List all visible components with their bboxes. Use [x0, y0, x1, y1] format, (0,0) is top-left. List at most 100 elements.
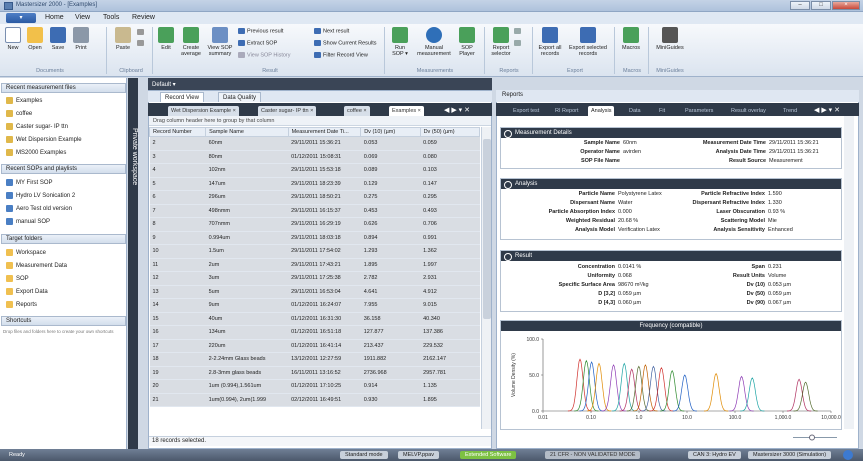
doc-tab-examples[interactable]: Examples ×: [389, 106, 424, 116]
report-tab-fit[interactable]: Fit: [656, 106, 668, 116]
recent-sop-item[interactable]: Hydro LV Sonication 2: [6, 192, 75, 199]
show-current-results-button[interactable]: Show Current Results: [314, 40, 377, 46]
table-row[interactable]: 10 1.5um 29/11/2011 17:54:02 1.293 1.362: [149, 244, 480, 259]
report-tab-data[interactable]: Data: [626, 106, 644, 116]
tab-record-view[interactable]: Record View: [160, 92, 204, 102]
create-average-button[interactable]: Create average: [178, 27, 204, 57]
report-tab-result-overlay[interactable]: Result overlay: [728, 106, 769, 116]
records-scrollbar[interactable]: [481, 127, 491, 429]
report-selector-button[interactable]: Report selector: [489, 27, 513, 57]
table-row[interactable]: 16 134um 01/12/2011 16:51:18 127.877 137.386: [149, 325, 480, 340]
save-button[interactable]: Save: [48, 27, 68, 51]
filter-record-view-button[interactable]: Filter Record View: [314, 52, 368, 58]
group-by-area[interactable]: Drag column header here to group by that…: [149, 116, 491, 126]
menu-tools[interactable]: Tools: [103, 14, 119, 21]
status-extended-software[interactable]: Extended Software: [460, 451, 517, 459]
recent-file-item[interactable]: Examples: [6, 97, 42, 104]
recent-file-item[interactable]: MS2000 Examples: [6, 149, 66, 156]
tab-data-quality[interactable]: Data Quality: [218, 92, 262, 102]
table-row[interactable]: 8 707nmm 29/11/2011 16:29:19 0.626 0.706: [149, 217, 480, 232]
recent-file-item[interactable]: coffee: [6, 110, 32, 117]
new-button[interactable]: New: [4, 27, 22, 51]
menu-home[interactable]: Home: [45, 14, 64, 21]
cut-icon[interactable]: [137, 29, 146, 35]
status-can-port[interactable]: CAN 3: Hydro EV: [688, 451, 741, 459]
recent-file-item[interactable]: Caster sugar- IP ttn: [6, 123, 68, 130]
recent-sop-item[interactable]: MY First SOP: [6, 179, 53, 186]
table-row[interactable]: 6 296um 29/11/2011 18:50:21 0.275 0.295: [149, 190, 480, 205]
macros-button[interactable]: Macros: [619, 27, 643, 51]
analysis-title[interactable]: Analysis: [501, 179, 841, 189]
report-tab-analysis[interactable]: Analysis: [588, 106, 615, 116]
table-row[interactable]: 3 80nm 01/12/2011 15:08:31 0.069 0.080: [149, 150, 480, 164]
recent-sops-header[interactable]: Recent SOPs and playlists: [1, 164, 126, 174]
table-row[interactable]: 19 2.8-3mm glass beads 16/11/2011 13:16:52…: [149, 366, 480, 380]
default-layout-dropdown[interactable]: Default ▾: [148, 78, 492, 90]
result-title[interactable]: Result: [501, 251, 841, 261]
measurement-details-title[interactable]: Measurement Details: [501, 128, 841, 138]
copy-icon[interactable]: [137, 40, 146, 46]
doc-tab-coffee[interactable]: coffee ×: [344, 106, 370, 116]
table-row[interactable]: 17 220um 01/12/2011 16:41:14 213.437 229.532: [149, 339, 480, 353]
paste-button[interactable]: Paste: [112, 27, 134, 51]
table-row[interactable]: 20 1um (0.994),1.561um 01/12/2011 17:10:25…: [149, 379, 480, 394]
table-row[interactable]: 21 1um(0.994), 2um(1.999 02/12/2011 16:49:…: [149, 393, 480, 407]
doc-tab-wet-dispersion[interactable]: Wet Dispersion Example ×: [168, 106, 239, 116]
minimize-button[interactable]: –: [790, 1, 810, 10]
recent-files-header[interactable]: Recent measurement files: [1, 83, 126, 93]
report-edit-icon[interactable]: [514, 28, 523, 34]
status-standard-mode[interactable]: Standard mode: [340, 451, 388, 459]
target-folder-item[interactable]: Measurement Data: [6, 262, 67, 269]
target-folder-item[interactable]: Export Data: [6, 288, 48, 295]
export-all-button[interactable]: Export all records: [536, 27, 564, 57]
manual-measurement-button[interactable]: Manual measurement: [414, 27, 454, 57]
report-tab-export-test[interactable]: Export test: [510, 106, 542, 116]
private-workspace-bar[interactable]: Private workspace: [128, 78, 138, 449]
print-button[interactable]: Print: [70, 27, 92, 51]
tab-scroll-icons[interactable]: ◀ ▶ ▾ ✕: [444, 106, 470, 114]
column-header[interactable]: Dv (10) (µm): [360, 127, 421, 137]
next-result-button[interactable]: Next result: [314, 28, 349, 34]
sop-player-button[interactable]: SOP Player: [456, 27, 478, 57]
table-row[interactable]: 11 2um 29/11/2011 17:43:21 1.895 1.997: [149, 258, 480, 272]
column-header[interactable]: Dv (50) (µm): [419, 127, 481, 137]
report-tab-scroll-icons[interactable]: ◀ ▶ ▾ ✕: [814, 106, 840, 114]
doc-tab-caster-sugar[interactable]: Caster sugar- IP ttn ×: [258, 106, 317, 116]
connection-status-icon[interactable]: [843, 450, 853, 460]
edit-button[interactable]: Edit: [157, 27, 175, 51]
report-tab-trend[interactable]: Trend: [780, 106, 800, 116]
table-row[interactable]: 13 5um 29/11/2011 16:53:04 4.641 4.912: [149, 285, 480, 299]
column-header[interactable]: Record Number: [148, 127, 207, 137]
column-header[interactable]: Measurement Date Ti...: [287, 127, 362, 137]
report-print-icon[interactable]: [514, 40, 523, 46]
target-folder-item[interactable]: Reports: [6, 301, 37, 308]
extract-sop-button[interactable]: Extract SOP: [238, 40, 277, 46]
table-row[interactable]: 2 60nm 29/11/2011 15:36:21 0.053 0.059: [149, 136, 480, 151]
export-selected-button[interactable]: Export selected records: [566, 27, 610, 57]
menu-review[interactable]: Review: [132, 14, 155, 21]
report-scrollbar[interactable]: [844, 116, 854, 429]
table-row[interactable]: 14 9um 01/12/2011 16:24:07 7.955 9.015: [149, 298, 480, 313]
target-folder-item[interactable]: SOP: [6, 275, 29, 282]
shortcuts-header[interactable]: Shortcuts: [1, 316, 126, 326]
status-cfr-mode[interactable]: 21 CFR - NON VALIDATED MODE: [545, 451, 641, 459]
report-tab-parameters[interactable]: Parameters: [682, 106, 716, 116]
table-row[interactable]: 12 3um 29/11/2011 17:25:38 2.782 2.931: [149, 271, 480, 286]
status-instrument[interactable]: Mastersizer 3000 (Simulation): [748, 451, 832, 459]
view-sop-history-button[interactable]: View SOP History: [238, 52, 291, 58]
close-button[interactable]: ×: [832, 1, 860, 10]
table-row[interactable]: 18 2-2.24mm Glass beads 13/12/2011 12:27:5…: [149, 352, 480, 367]
table-row[interactable]: 4 102nm 29/11/2011 15:53:18 0.089 0.103: [149, 163, 480, 178]
target-folders-header[interactable]: Target folders: [1, 234, 126, 244]
miniguides-button[interactable]: MiniGuides: [652, 27, 688, 51]
column-header[interactable]: Sample Name: [205, 127, 289, 137]
previous-result-button[interactable]: Previous result: [238, 28, 283, 34]
target-folder-item[interactable]: Workspace: [6, 249, 46, 256]
run-sop-button[interactable]: Run SOP ▾: [389, 27, 411, 57]
zoom-slider[interactable]: [790, 434, 840, 441]
recent-sop-item[interactable]: manual SOP: [6, 218, 50, 225]
status-user[interactable]: MELVP.ppav: [398, 451, 439, 459]
maximize-button[interactable]: □: [811, 1, 831, 10]
recent-sop-item[interactable]: Aero Test old version: [6, 205, 72, 212]
scrollbar-thumb[interactable]: [483, 139, 491, 319]
